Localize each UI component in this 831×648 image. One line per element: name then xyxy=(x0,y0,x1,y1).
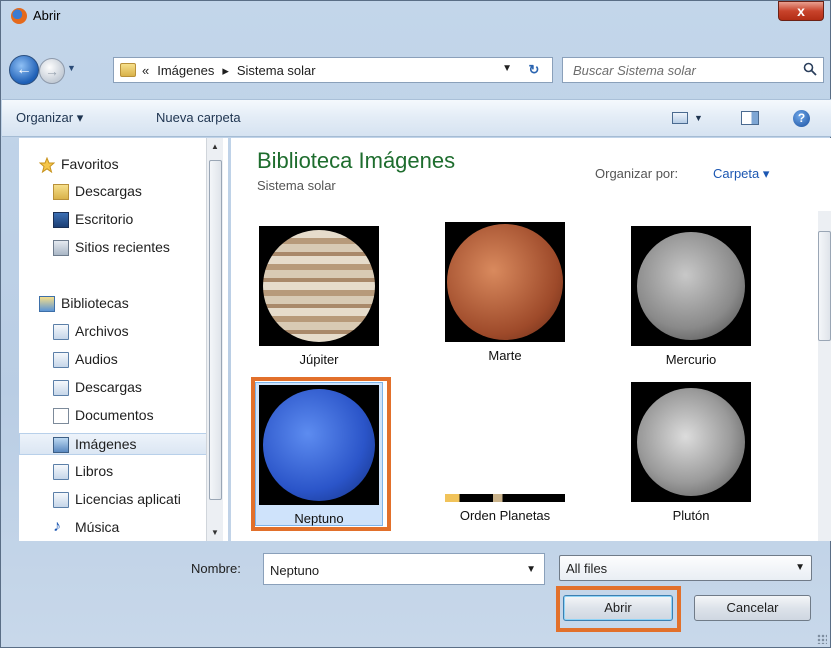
breadcrumb-sistema-solar[interactable]: Sistema solar xyxy=(237,63,316,79)
nav-sitios-recientes[interactable]: Sitios recientes xyxy=(53,237,219,259)
search-icon[interactable] xyxy=(803,62,817,76)
title-bar: Abrir x xyxy=(1,1,830,31)
breadcrumb-separator-icon[interactable]: ▸ xyxy=(222,63,229,79)
pluto-image xyxy=(637,388,745,496)
nav-bibliotecas[interactable]: Bibliotecas xyxy=(39,293,219,315)
file-item[interactable]: Marte xyxy=(441,222,569,363)
highlight-open-button xyxy=(556,586,681,632)
file-name: Júpiter xyxy=(299,352,339,367)
scroll-up-icon[interactable]: ▲ xyxy=(211,142,219,151)
preview-pane-icon[interactable] xyxy=(741,111,759,125)
library-icon xyxy=(53,324,69,340)
file-list-scroll-thumb[interactable] xyxy=(818,231,831,341)
libraries-icon xyxy=(39,296,55,312)
file-item[interactable]: Júpiter xyxy=(255,226,383,367)
navigation-pane: Favoritos Descargas Escritorio Sitios re… xyxy=(19,138,228,541)
file-list-scrollbar[interactable] xyxy=(818,211,831,541)
nav-documentos[interactable]: Documentos xyxy=(53,405,219,427)
nav-audios[interactable]: Audios xyxy=(53,349,219,371)
file-name: Mercurio xyxy=(665,352,717,367)
recent-pages-dropdown-icon[interactable]: ▼ xyxy=(67,63,76,73)
file-item[interactable]: Plutón xyxy=(627,382,755,523)
arrange-by-label: Organizar por: xyxy=(595,166,679,181)
file-type-dropdown-icon[interactable]: ▼ xyxy=(795,562,805,573)
jupiter-image xyxy=(263,230,375,342)
search-placeholder: Buscar Sistema solar xyxy=(573,63,696,78)
filename-dropdown-icon[interactable]: ▼ xyxy=(526,564,536,575)
file-thumbnail xyxy=(631,226,751,346)
search-box[interactable]: Buscar Sistema solar xyxy=(562,57,824,83)
desktop-icon xyxy=(53,212,69,228)
nav-descargas-fav[interactable]: Descargas xyxy=(53,181,219,203)
music-icon: ♪ xyxy=(53,518,61,535)
downloads-folder-icon xyxy=(53,184,69,200)
navigation-scrollbar[interactable]: ▲ ▼ xyxy=(206,138,223,541)
file-name: Marte xyxy=(488,348,522,363)
filename-label: Nombre: xyxy=(191,561,241,576)
view-dropdown-icon[interactable]: ▼ xyxy=(694,113,703,123)
library-title: Biblioteca Imágenes xyxy=(257,148,456,173)
nav-archivos[interactable]: Archivos xyxy=(53,321,219,343)
file-thumbnail xyxy=(445,494,565,502)
mercury-image xyxy=(637,232,745,340)
recent-places-icon xyxy=(53,240,69,256)
forward-button[interactable]: → xyxy=(39,58,65,84)
address-bar[interactable]: « Imágenes ▸ Sistema solar ▼ ↻ xyxy=(113,57,553,83)
help-icon[interactable]: ? xyxy=(793,110,810,127)
open-file-dialog: Abrir x ← → ▼ « Imágenes ▸ Sistema solar… xyxy=(0,0,831,648)
file-thumbnail xyxy=(445,222,565,342)
nav-licencias[interactable]: Licencias aplicati xyxy=(53,489,219,511)
library-icon xyxy=(53,464,69,480)
nav-escritorio[interactable]: Escritorio xyxy=(53,209,219,231)
address-dropdown-icon[interactable]: ▼ xyxy=(502,63,512,74)
file-name: Orden Planetas xyxy=(459,508,551,523)
navigation-scroll-thumb[interactable] xyxy=(209,160,222,500)
nav-musica[interactable]: ♪ Música xyxy=(53,517,219,539)
arrange-by-dropdown[interactable]: Carpeta ▾ xyxy=(713,166,769,182)
change-view-icon[interactable] xyxy=(672,112,688,124)
breadcrumb-imagenes[interactable]: Imágenes xyxy=(157,63,214,79)
organize-menu-button[interactable]: Organizar ▾ xyxy=(16,110,83,126)
highlight-neptuno xyxy=(251,377,391,531)
file-item[interactable]: Mercurio xyxy=(627,226,755,367)
new-folder-button[interactable]: Nueva carpeta xyxy=(156,110,241,125)
file-name: Plutón xyxy=(672,508,710,523)
close-button[interactable]: x xyxy=(778,1,824,21)
nav-descargas-lib[interactable]: Descargas xyxy=(53,377,219,399)
folder-icon xyxy=(120,63,136,77)
nav-libros[interactable]: Libros xyxy=(53,461,219,483)
library-icon xyxy=(53,492,69,508)
filename-input[interactable]: Neptuno ▼ xyxy=(263,553,545,585)
star-icon xyxy=(39,157,55,173)
breadcrumb-overflow[interactable]: « xyxy=(142,63,149,79)
library-icon xyxy=(53,352,69,368)
window-title: Abrir xyxy=(33,8,61,23)
back-button[interactable]: ← xyxy=(9,55,39,85)
documents-icon xyxy=(53,408,69,424)
firefox-icon xyxy=(11,8,27,24)
file-type-select[interactable]: All files ▼ xyxy=(559,555,812,581)
file-item[interactable]: Orden Planetas xyxy=(441,494,569,523)
library-icon xyxy=(53,380,69,396)
resize-grip-icon[interactable] xyxy=(817,634,827,644)
scroll-down-icon[interactable]: ▼ xyxy=(211,528,219,537)
mars-image xyxy=(447,224,563,340)
command-toolbar: Organizar ▾ Nueva carpeta ▼ ? xyxy=(2,99,831,137)
nav-favoritos[interactable]: Favoritos xyxy=(39,154,219,176)
pictures-icon xyxy=(53,437,69,453)
address-row: ← → ▼ « Imágenes ▸ Sistema solar ▼ ↻ Bus… xyxy=(9,55,824,85)
cancel-button[interactable]: Cancelar xyxy=(694,595,811,621)
file-thumbnail xyxy=(631,382,751,502)
file-thumbnail xyxy=(259,226,379,346)
library-subtitle: Sistema solar xyxy=(257,178,336,193)
nav-imagenes[interactable]: Imágenes xyxy=(19,433,207,455)
refresh-icon[interactable]: ↻ xyxy=(522,62,546,78)
